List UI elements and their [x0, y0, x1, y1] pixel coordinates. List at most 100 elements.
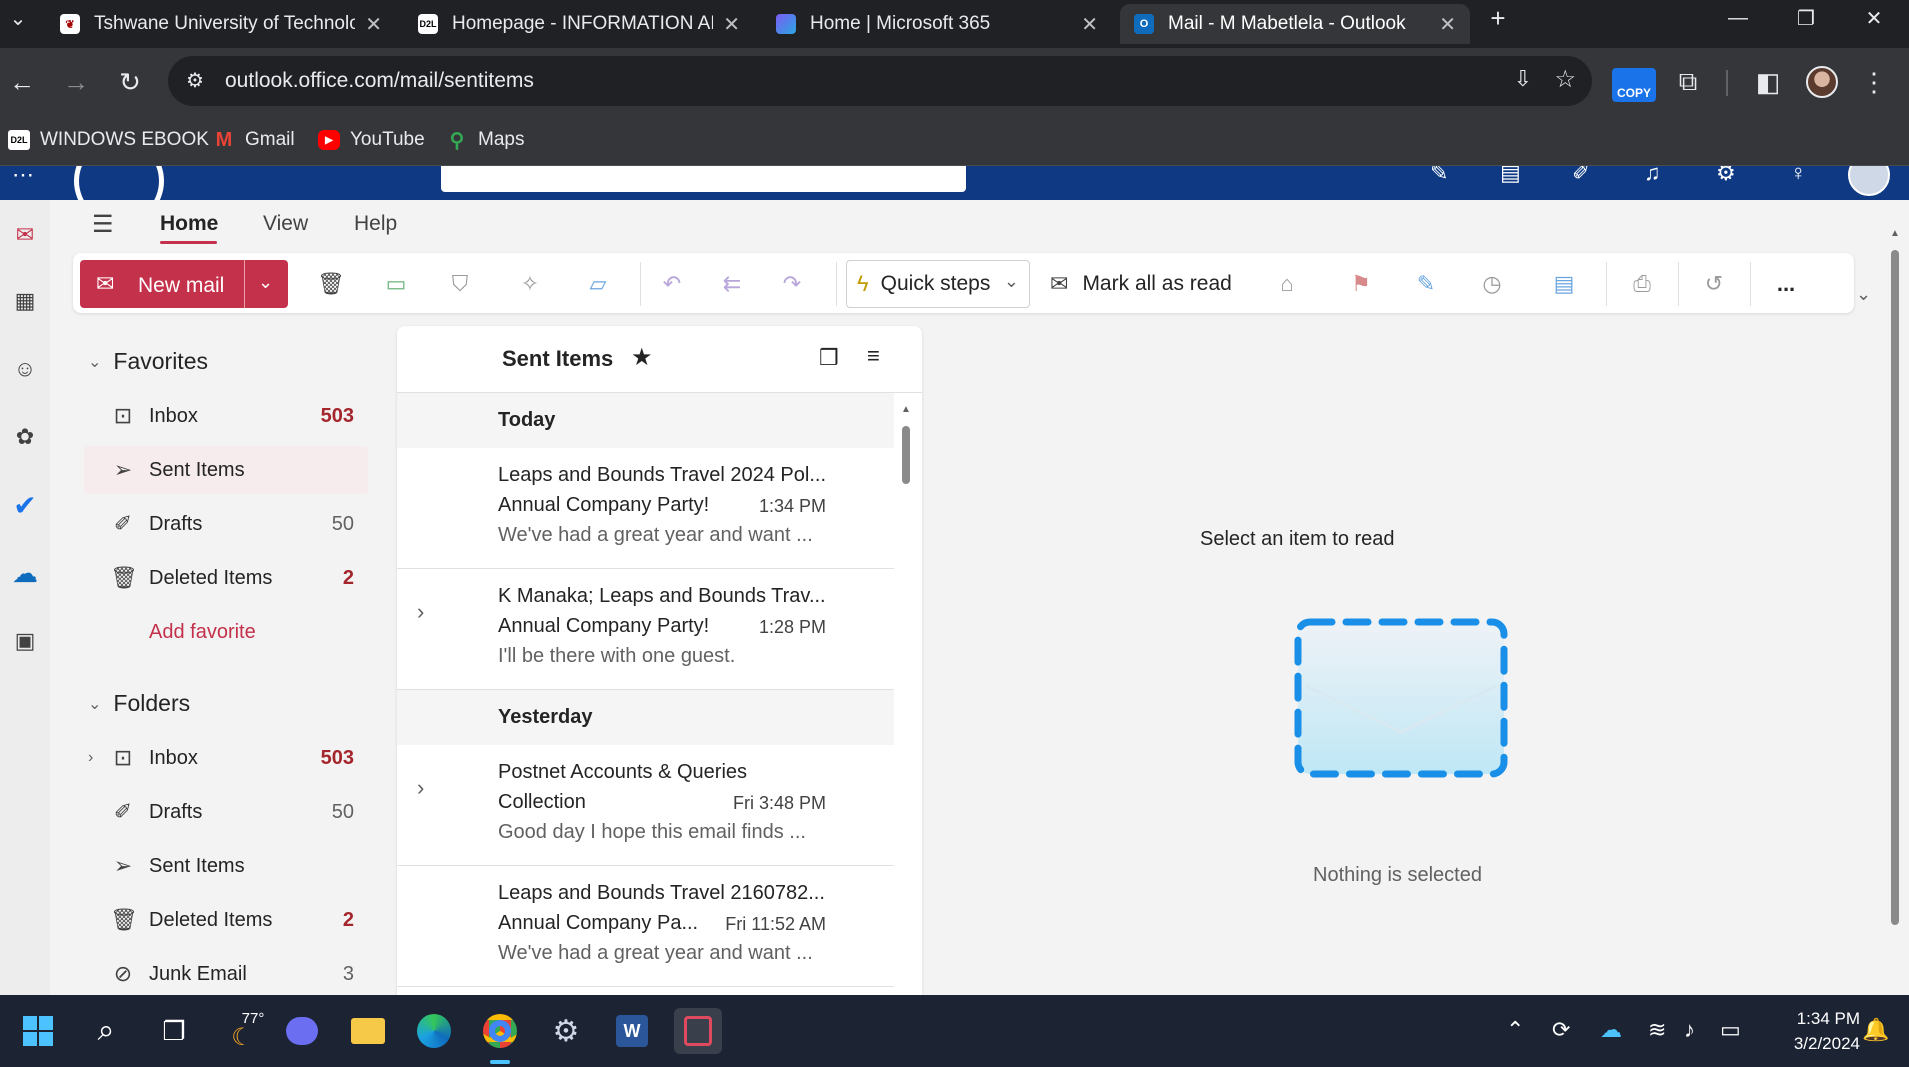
feedback-icon[interactable]: ✐ [1572, 166, 1590, 186]
chevron-down-icon[interactable]: ⌄ [1004, 271, 1019, 292]
browser-tab-tut[interactable]: ❦ Tshwane University of Technolo ✕ [46, 4, 396, 44]
scroll-up-icon[interactable]: ▲ [901, 404, 911, 415]
back-icon[interactable]: ← [4, 64, 40, 100]
onedrive-icon[interactable]: ☁ [8, 556, 42, 590]
reply-icon[interactable]: ↶ [652, 266, 692, 302]
task-view-icon[interactable]: ❐ [150, 1008, 198, 1054]
chevron-right-icon[interactable]: › [88, 749, 93, 767]
snooze-icon[interactable]: ◷ [1464, 266, 1520, 302]
favorite-sent-items[interactable]: ➢ Sent Items [84, 446, 368, 494]
tab-help[interactable]: Help [354, 212, 397, 236]
notifications-icon[interactable]: ♫ [1644, 166, 1661, 186]
bookmark-star-icon[interactable]: ☆ [1554, 65, 1576, 94]
message-item[interactable]: › Postnet Accounts & Queries Collection … [397, 745, 894, 866]
clock[interactable]: 1:34 PM 3/2/2024 [1770, 1006, 1860, 1056]
reload-icon[interactable]: ↻ [112, 64, 148, 100]
folders-header[interactable]: ⌄ Folders [88, 690, 190, 717]
todo-check-icon[interactable]: ✔ [8, 488, 42, 522]
folder-deleted-items[interactable]: 🗑 Deleted Items 2 [84, 896, 368, 944]
flag-icon[interactable]: ⚑ [1336, 266, 1386, 302]
install-app-icon[interactable]: ⇩ [1514, 66, 1532, 92]
quick-steps-button[interactable]: ϟ Quick steps ⌄ [846, 260, 1030, 308]
settings-icon[interactable]: ⚙ [1716, 166, 1736, 186]
archive-icon[interactable]: ▭ [378, 266, 414, 302]
notification-bell-icon[interactable]: 🔔 [1862, 1017, 1889, 1043]
close-window-icon[interactable]: ✕ [1844, 0, 1904, 36]
scrollbar-thumb[interactable] [902, 426, 910, 484]
expand-conversation-icon[interactable]: › [417, 599, 424, 625]
weather-widget[interactable]: 77° ☾ [218, 1008, 266, 1054]
copy-extension-icon[interactable]: COPY [1612, 68, 1656, 102]
folder-inbox[interactable]: › ⊡ Inbox 503 [84, 734, 368, 782]
forward-icon[interactable]: → [58, 64, 94, 100]
new-tab-icon[interactable]: + [1476, 0, 1520, 36]
close-tab-icon[interactable]: ✕ [365, 12, 382, 37]
undo-icon[interactable]: ↺ [1694, 266, 1734, 302]
hamburger-menu-icon[interactable]: ☰ [92, 210, 114, 239]
favorite-drafts[interactable]: ✐ Drafts 50 [84, 500, 368, 548]
browser-tab-d2l[interactable]: D2L Homepage - INFORMATION AD ✕ [404, 4, 754, 44]
pin-icon[interactable]: ✎ [1406, 266, 1446, 302]
onedrive-tray-icon[interactable]: ☁ [1600, 1017, 1622, 1043]
delete-icon[interactable]: 🗑 [306, 266, 356, 302]
more-apps-icon[interactable]: ▣ [8, 624, 42, 658]
bookmark-youtube[interactable]: ▶ YouTube [318, 126, 425, 154]
battery-icon[interactable]: ▭ [1720, 1017, 1741, 1043]
site-info-icon[interactable]: ⚙ [186, 68, 204, 93]
favorite-star-icon[interactable]: ★ [631, 343, 653, 372]
rules-icon[interactable]: ▤ [1536, 266, 1592, 302]
ribbon-expand-icon[interactable]: ⌄ [1856, 284, 1871, 305]
snipping-tool-icon[interactable] [674, 1008, 722, 1054]
mark-all-read-button[interactable]: ✉ Mark all as read [1050, 260, 1240, 308]
search-input[interactable] [441, 166, 966, 192]
minimize-icon[interactable]: — [1708, 0, 1768, 36]
account-avatar[interactable] [1848, 166, 1890, 196]
scrollbar-thumb[interactable] [1891, 250, 1899, 925]
settings-app-icon[interactable]: ⚙ [542, 1008, 590, 1054]
profile-avatar[interactable] [1806, 66, 1838, 98]
favorites-header[interactable]: ⌄ Favorites [88, 348, 208, 375]
move-to-icon[interactable]: ▱ [570, 266, 626, 302]
mail-icon[interactable]: ✉ [8, 218, 42, 252]
edge-icon[interactable] [410, 1008, 458, 1054]
add-favorite-link[interactable]: Add favorite [84, 608, 368, 656]
address-bar[interactable]: ⚙ outlook.office.com/mail/sentitems ⇩ ☆ [168, 56, 1592, 106]
restore-icon[interactable]: ❐ [1776, 0, 1836, 36]
new-mail-button[interactable]: ✉ New mail ⌄ [80, 260, 288, 308]
browser-tab-outlook[interactable]: O Mail - M Mabetlela - Outlook ✕ [1120, 4, 1470, 44]
bookmark-gmail[interactable]: M Gmail [213, 126, 295, 154]
teams-chat-icon[interactable] [278, 1008, 326, 1054]
tab-view[interactable]: View [263, 212, 308, 236]
select-mode-icon[interactable]: ❒ [819, 345, 839, 371]
folder-drafts[interactable]: ✐ Drafts 50 [84, 788, 368, 836]
message-item[interactable]: Leaps and Bounds Travel 2024 Pol... Annu… [397, 448, 894, 569]
browser-tab-m365[interactable]: Home | Microsoft 365 ✕ [762, 4, 1112, 44]
message-item[interactable]: Leaps and Bounds Travel 2160782... Annua… [397, 866, 894, 987]
search-icon[interactable]: ⌕ [82, 1008, 130, 1054]
calendar-icon[interactable]: ▦ [8, 284, 42, 318]
sync-icon[interactable]: ⟳ [1552, 1017, 1570, 1043]
more-options-icon[interactable]: ... [1766, 266, 1806, 302]
message-list-scrollbar[interactable]: ▲ [900, 404, 912, 995]
scroll-up-icon[interactable]: ▲ [1890, 228, 1900, 239]
tab-search-icon[interactable]: ⌄ [0, 0, 36, 36]
sweep-icon[interactable]: ✧ [510, 266, 550, 302]
calendar-header-icon[interactable]: ▤ [1500, 166, 1521, 186]
expand-conversation-icon[interactable]: › [417, 775, 424, 801]
show-hidden-icons[interactable]: ⌃ [1506, 1017, 1524, 1043]
reply-all-icon[interactable]: ⇇ [712, 266, 752, 302]
word-icon[interactable]: W [608, 1008, 656, 1054]
close-tab-icon[interactable]: ✕ [723, 12, 740, 37]
favorite-inbox[interactable]: ⊡ Inbox 503 [84, 392, 368, 440]
wifi-icon[interactable]: ≋ [1648, 1017, 1666, 1043]
chat-icon[interactable]: ✎ [1430, 166, 1448, 186]
filter-icon[interactable]: ≡ [867, 343, 880, 369]
print-icon[interactable]: ⎙ [1622, 266, 1662, 302]
message-item[interactable]: › K Manaka; Leaps and Bounds Trav... Ann… [397, 569, 894, 690]
forward-mail-icon[interactable]: ↷ [772, 266, 812, 302]
close-tab-icon[interactable]: ✕ [1081, 12, 1098, 37]
favorite-deleted-items[interactable]: 🗑 Deleted Items 2 [84, 554, 368, 602]
people-icon[interactable]: ☺ [8, 352, 42, 386]
bookmark-windows-ebook[interactable]: D2L WINDOWS EBOOK [8, 126, 209, 154]
side-panel-icon[interactable]: ◧ [1750, 64, 1786, 100]
